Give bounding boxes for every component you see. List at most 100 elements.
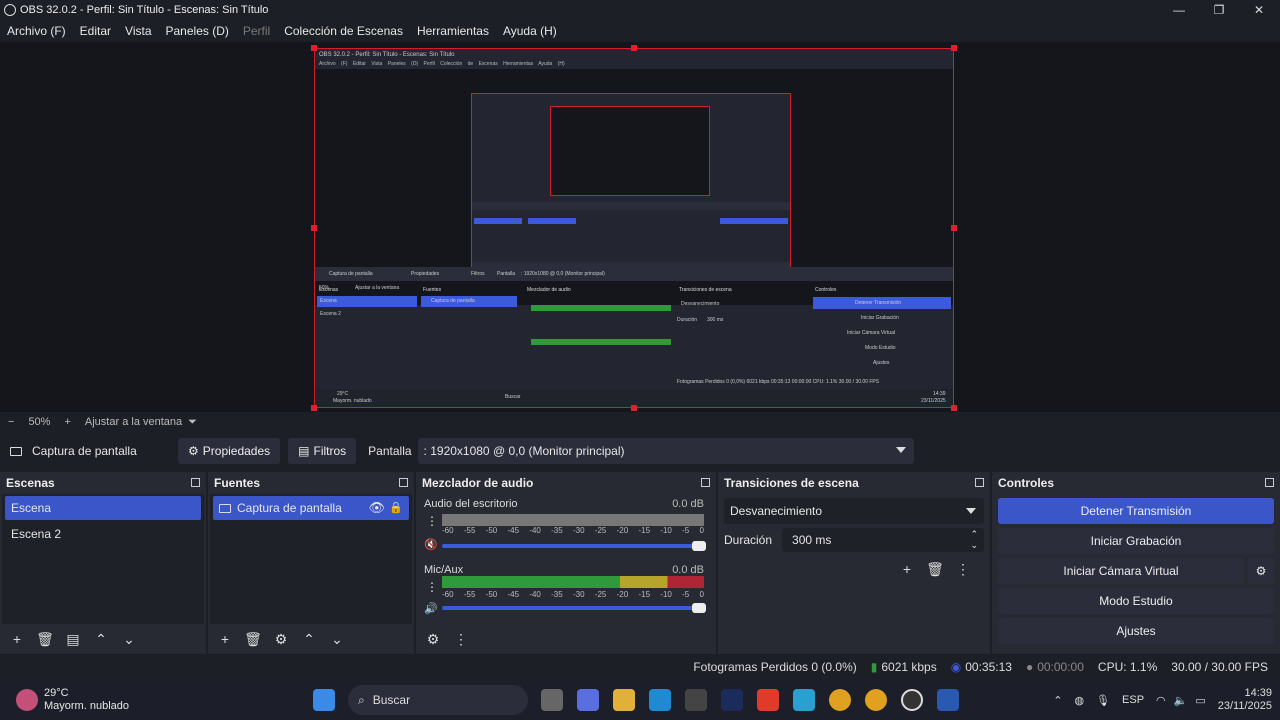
trash-icon[interactable]: 🗑 (34, 628, 56, 650)
zoom-out-button[interactable]: − (8, 416, 14, 428)
clock[interactable]: 14:39 23/11/2025 (1218, 687, 1272, 713)
resize-handle-b[interactable] (631, 405, 637, 411)
mini-status: Fotogramas Perdidos 0 (0,0%) 6021 kbps 0… (677, 379, 880, 385)
menu-ayuda[interactable]: Ayuda (H) (496, 24, 564, 38)
resize-handle-l[interactable] (311, 225, 317, 231)
kebab-icon[interactable]: ⋮ (426, 580, 438, 594)
lock-icon[interactable]: 🔒 (389, 501, 403, 514)
minimize-button[interactable]: — (1160, 0, 1198, 20)
close-button[interactable]: ✕ (1240, 0, 1278, 20)
filter-icon: ▤ (298, 444, 310, 458)
menu-vista[interactable]: Vista (118, 24, 158, 38)
app-icon-blue[interactable] (793, 689, 815, 711)
taskbar-search[interactable]: ⌕ Buscar (348, 685, 528, 715)
app-icon-red[interactable] (757, 689, 779, 711)
advanced-audio-icon[interactable]: ⚙ (422, 628, 444, 650)
microphone-icon[interactable]: 🎙 (1096, 694, 1110, 707)
chevron-down-icon[interactable]: ⏷ (188, 416, 197, 429)
zoom-in-button[interactable]: + (64, 416, 70, 428)
speaker-icon[interactable]: 🔊 (424, 602, 438, 615)
resize-handle-t[interactable] (631, 45, 637, 51)
move-up-icon[interactable]: ⌃ (90, 628, 112, 650)
scene-item[interactable]: Escena 2 (5, 522, 201, 546)
volume-slider[interactable] (442, 541, 706, 551)
add-icon[interactable]: + (6, 628, 28, 650)
volume-knob[interactable] (692, 541, 706, 551)
add-icon[interactable]: + (214, 628, 236, 650)
weather-widget[interactable]: 29°C Mayorm. nublado (16, 687, 306, 713)
edge-icon[interactable] (649, 689, 671, 711)
file-explorer-icon[interactable] (613, 689, 635, 711)
undock-icon[interactable] (399, 478, 408, 487)
resize-handle-tl[interactable] (311, 45, 317, 51)
add-icon[interactable]: + (896, 558, 918, 580)
chrome-profile-icon[interactable] (865, 689, 887, 711)
task-view-icon[interactable] (541, 689, 563, 711)
move-down-icon[interactable]: ⌄ (326, 628, 348, 650)
obs-tray-icon[interactable]: ◍ (1074, 694, 1084, 707)
eye-icon[interactable]: 👁 (368, 500, 385, 516)
wifi-icon[interactable]: ◠ (1156, 694, 1166, 707)
undock-icon[interactable] (975, 478, 984, 487)
fit-window-dropdown[interactable]: Ajustar a la ventana (85, 416, 182, 428)
copilot-icon[interactable] (577, 689, 599, 711)
speaker-muted-icon[interactable]: 🔇 (424, 538, 438, 551)
menu-paneles[interactable]: Paneles (D) (159, 24, 236, 38)
filter-icon[interactable]: ▤ (62, 628, 84, 650)
menu-editar[interactable]: Editar (73, 24, 118, 38)
chrome-icon[interactable] (829, 689, 851, 711)
track-name: Mic/Aux (424, 564, 464, 576)
windows-start-icon[interactable] (313, 689, 335, 711)
kebab-icon[interactable]: ⋮ (426, 514, 438, 528)
resize-handle-bl[interactable] (311, 405, 317, 411)
preview-source-screen-capture[interactable]: OBS 32.0.2 - Perfil: Sin Título - Escena… (314, 48, 954, 408)
kebab-icon[interactable]: ⋮ (952, 558, 974, 580)
maximize-button[interactable]: ❐ (1200, 0, 1238, 20)
mini-camara: Iniciar Cámara Virtual (847, 330, 895, 336)
store-icon[interactable] (685, 689, 707, 711)
source-toolbar: Captura de pantalla ⚙ Propiedades ▤ Filt… (0, 436, 1280, 466)
battery-icon[interactable]: ▭ (1195, 694, 1205, 707)
resize-handle-r[interactable] (951, 225, 957, 231)
stop-streaming-button[interactable]: Detener Transmisión (998, 498, 1274, 524)
start-virtual-camera-button[interactable]: Iniciar Cámara Virtual (998, 558, 1244, 584)
display-select[interactable]: : 1920x1080 @ 0,0 (Monitor principal) (417, 438, 914, 464)
move-down-icon[interactable]: ⌄ (118, 628, 140, 650)
move-up-icon[interactable]: ⌃ (298, 628, 320, 650)
gear-icon[interactable]: ⚙ (270, 628, 292, 650)
menu-coleccion-escenas[interactable]: Colección de Escenas (277, 24, 410, 38)
temperature: 29°C (44, 687, 69, 699)
gear-icon[interactable]: ⚙ (1248, 558, 1274, 584)
trash-icon[interactable]: 🗑 (242, 628, 264, 650)
source-item[interactable]: Captura de pantalla 👁 🔒 (213, 496, 409, 520)
duration-spinbox[interactable]: 300 ms ⌃ ⌄ (782, 528, 984, 552)
language-indicator[interactable]: ESP (1122, 694, 1144, 706)
resize-handle-tr[interactable] (951, 45, 957, 51)
mini-time: 14:39 (933, 391, 946, 397)
studio-mode-button[interactable]: Modo Estudio (998, 588, 1274, 614)
obs-icon[interactable] (901, 689, 923, 711)
volume-knob[interactable] (692, 603, 706, 613)
scene-item[interactable]: Escena (5, 496, 201, 520)
settings-button[interactable]: Ajustes (998, 618, 1274, 644)
filters-button[interactable]: ▤ Filtros (288, 438, 357, 464)
start-recording-button[interactable]: Iniciar Grabación (998, 528, 1274, 554)
photoshop-icon[interactable] (721, 689, 743, 711)
properties-button[interactable]: ⚙ Propiedades (178, 438, 281, 464)
menu-herramientas[interactable]: Herramientas (410, 24, 496, 38)
spin-arrows-icon[interactable]: ⌃ ⌄ (970, 529, 978, 551)
chevron-up-icon[interactable]: ⌃ (1053, 694, 1062, 707)
undock-icon[interactable] (1265, 478, 1274, 487)
trash-icon[interactable]: 🗑 (924, 558, 946, 580)
menu-perfil[interactable]: Perfil (236, 24, 277, 38)
volume-slider[interactable] (442, 603, 706, 613)
transition-select[interactable]: Desvanecimiento (724, 498, 984, 524)
kebab-icon[interactable]: ⋮ (450, 628, 472, 650)
volume-icon[interactable]: 🔈 (1174, 694, 1188, 707)
app-icon-window[interactable] (937, 689, 959, 711)
undock-icon[interactable] (191, 478, 200, 487)
level-meter (442, 514, 704, 526)
resize-handle-br[interactable] (951, 405, 957, 411)
menu-archivo[interactable]: Archivo (F) (0, 24, 73, 38)
undock-icon[interactable] (701, 478, 710, 487)
